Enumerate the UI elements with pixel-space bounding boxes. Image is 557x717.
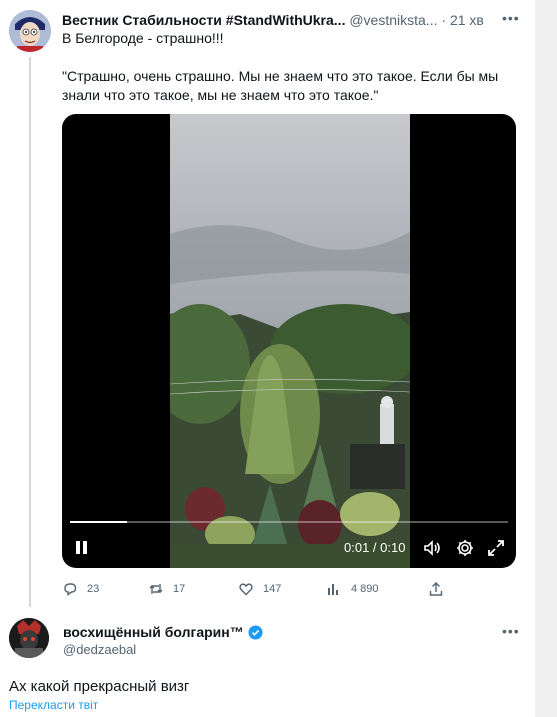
like-button[interactable]: 147 bbox=[238, 578, 281, 600]
reply-button[interactable]: 23 bbox=[62, 578, 99, 600]
author-handle[interactable]: @dedzaebal bbox=[63, 642, 136, 657]
tweet-actions: 23 17 147 4 890 bbox=[62, 578, 482, 600]
author-name-row: восхищённый болгарин™ bbox=[63, 624, 263, 640]
share-button[interactable] bbox=[428, 578, 444, 600]
translate-link[interactable]: Перекласти твіт bbox=[9, 698, 98, 712]
reply-icon bbox=[64, 583, 77, 596]
separator-dot: · bbox=[441, 12, 447, 28]
retweet-count: 17 bbox=[173, 583, 186, 595]
volume-icon[interactable] bbox=[422, 538, 442, 558]
avatar[interactable] bbox=[9, 10, 51, 52]
like-count: 147 bbox=[263, 583, 282, 595]
views-chart-icon bbox=[328, 584, 338, 595]
timeline: Вестник Стабильности #StandWithUkra... @… bbox=[0, 0, 535, 717]
more-dots-icon[interactable]: ••• bbox=[502, 10, 520, 26]
tweet-text: В Белгороде - страшно!!! "Страшно, очень… bbox=[62, 29, 522, 105]
fullscreen-icon[interactable] bbox=[486, 538, 506, 558]
video-frame bbox=[170, 114, 410, 568]
views-count: 4 890 bbox=[351, 583, 379, 595]
views-button[interactable]: 4 890 bbox=[326, 578, 379, 600]
pause-icon[interactable] bbox=[74, 539, 90, 556]
tweet-text-line: В Белгороде - страшно!!! bbox=[62, 30, 224, 46]
retweet-icon bbox=[149, 584, 163, 594]
tweet-text: Ах какой прекрасный визг bbox=[9, 678, 190, 695]
verified-badge-icon bbox=[248, 624, 263, 640]
reply-count: 23 bbox=[87, 583, 100, 595]
share-icon bbox=[429, 582, 443, 596]
thread-line bbox=[29, 57, 31, 617]
gear-icon[interactable] bbox=[455, 538, 475, 558]
tweet-quote: "Страшно, очень страшно. Мы не знаем что… bbox=[62, 68, 499, 103]
heart-icon bbox=[239, 583, 253, 596]
tweet[interactable]: восхищённый болгарин™ @dedzaebal ••• Ах … bbox=[0, 607, 535, 717]
author-handle[interactable]: @vestniksta... bbox=[349, 12, 437, 28]
video-time: 0:01 / 0:10 bbox=[344, 540, 406, 555]
video-progress-bar[interactable] bbox=[70, 521, 508, 523]
tweet-header: Вестник Стабильности #StandWithUkra... @… bbox=[62, 11, 522, 29]
scrollbar[interactable] bbox=[535, 0, 557, 717]
author-name[interactable]: восхищённый болгарин™ bbox=[63, 624, 244, 640]
more-dots-icon[interactable]: ••• bbox=[502, 623, 520, 639]
tweet[interactable]: Вестник Стабильности #StandWithUkra... @… bbox=[0, 0, 535, 617]
author-name[interactable]: Вестник Стабильности #StandWithUkra... bbox=[62, 12, 345, 28]
video-progress-fill bbox=[70, 521, 127, 523]
timestamp[interactable]: 21 хв bbox=[450, 12, 484, 28]
retweet-button[interactable]: 17 bbox=[148, 578, 185, 600]
avatar[interactable] bbox=[9, 618, 49, 658]
video-player[interactable]: 0:01 / 0:10 bbox=[62, 114, 516, 568]
